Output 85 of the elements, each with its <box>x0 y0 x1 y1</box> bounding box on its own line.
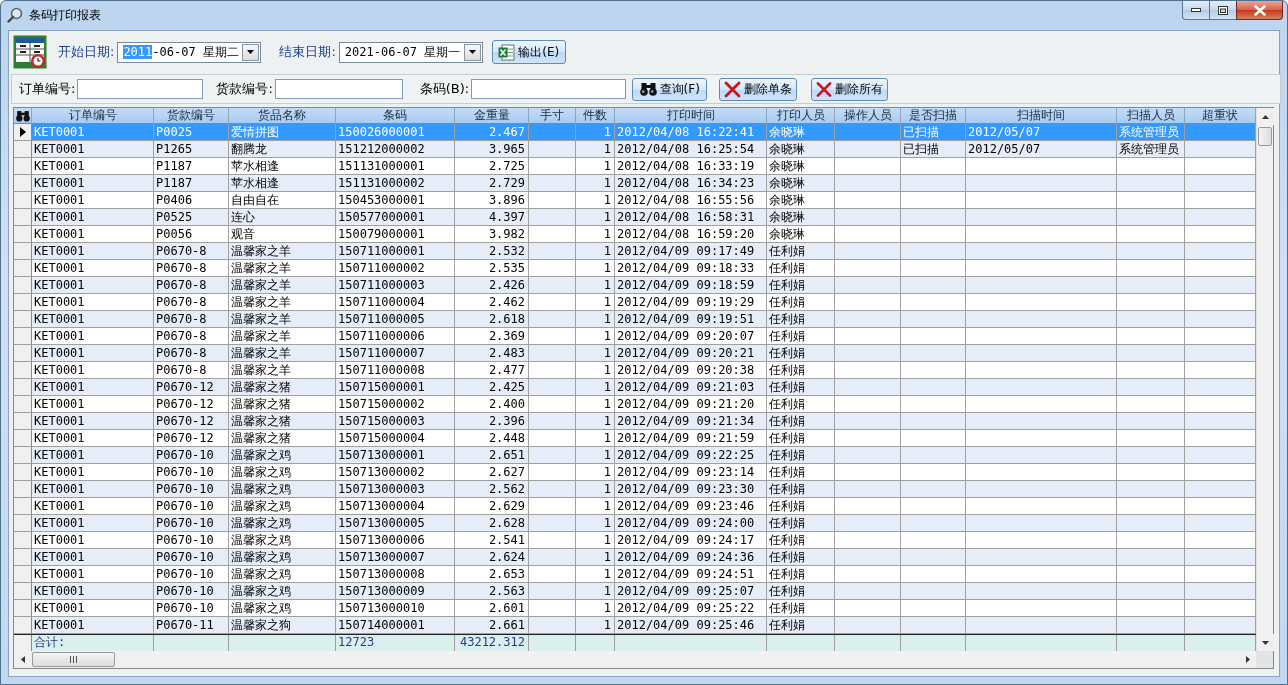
column-header[interactable]: 手寸 <box>529 108 576 124</box>
vertical-scrollbar[interactable] <box>1256 108 1273 651</box>
up-arrow-icon <box>1262 114 1269 119</box>
column-header[interactable]: 条码 <box>336 108 455 124</box>
table-row[interactable]: KET0001 P1187 苹水相逢 151131000002 2.729 1 2012/04/08 16:34:23 余晓琳 <box>14 175 1256 192</box>
table-row[interactable]: KET0001 P0670-10 温馨家之鸡 150713000010 2.601 1 2012/04/09 09:25:22 任利娟 <box>14 600 1256 617</box>
table-row[interactable]: KET0001 P0670-10 温馨家之鸡 150713000007 2.624 1 2012/04/09 09:24:36 任利娟 <box>14 549 1256 566</box>
column-header[interactable]: 打印人员 <box>767 108 835 124</box>
date-label: 开始日期: <box>58 43 115 61</box>
column-header[interactable]: 件数 <box>576 108 615 124</box>
table-row[interactable]: KET0001 P0670-10 温馨家之鸡 150713000001 2.651 1 2012/04/09 09:22:25 任利娟 <box>14 447 1256 464</box>
table-row[interactable]: KET0001 P0056 观音 150079000001 3.982 1 2012/04/08 16:59:20 余晓琳 <box>14 226 1256 243</box>
caret-icon <box>468 50 476 54</box>
delete-button[interactable]: 删除所有 <box>811 77 889 101</box>
field-label: 订单编号: <box>19 80 76 98</box>
scrollbar-thumb[interactable] <box>1258 127 1272 146</box>
column-header[interactable]: 是否扫描 <box>901 108 966 124</box>
date-field[interactable]: 2011-06-07 星期二 <box>117 41 262 63</box>
table-row[interactable]: KET0001 P0406 自由自在 150453000001 3.896 1 2012/04/08 16:55:56 余晓琳 <box>14 192 1256 209</box>
table-row[interactable]: KET0001 P0670-12 温馨家之猪 150715000001 2.425 1 2012/04/09 09:21:03 任利娟 <box>14 379 1256 396</box>
table-row[interactable]: KET0001 P0670-8 温馨家之羊 150711000006 2.369 1 2012/04/09 09:20:07 任利娟 <box>14 328 1256 345</box>
table-row[interactable]: KET0001 P0670-11 温馨家之狗 150714000001 2.661 1 2012/04/09 09:25:46 任利娟 <box>14 617 1256 634</box>
dropdown-button[interactable] <box>242 43 260 61</box>
scrollbar-thumb[interactable] <box>32 652 115 667</box>
grip-icon <box>70 656 77 663</box>
table-row[interactable]: KET0001 P0670-10 温馨家之鸡 150713000008 2.653 1 2012/04/09 09:24:51 任利娟 <box>14 566 1256 583</box>
input-field[interactable] <box>77 79 204 99</box>
cross-icon <box>816 80 833 98</box>
table-row[interactable]: KET0001 P0670-10 温馨家之鸡 150713000006 2.541 1 2012/04/09 09:24:17 任利娟 <box>14 532 1256 549</box>
column-header[interactable]: 金重量 <box>455 108 529 124</box>
table-row[interactable]: KET0001 P0670-10 温馨家之鸡 150713000003 2.562 1 2012/04/09 09:23:30 任利娟 <box>14 481 1256 498</box>
minimize-button[interactable] <box>1182 1 1210 20</box>
column-header[interactable]: 订单编号 <box>32 108 154 124</box>
table-row[interactable]: KET0001 P0670-8 温馨家之羊 150711000002 2.535 1 2012/04/09 09:18:33 任利娟 <box>14 260 1256 277</box>
table-row[interactable]: KET0001 P0670-8 温馨家之羊 150711000004 2.462 1 2012/04/09 09:19:29 任利娟 <box>14 294 1256 311</box>
table-row[interactable]: KET0001 P0670-12 温馨家之猪 150715000004 2.448 1 2012/04/09 09:21:59 任利娟 <box>14 430 1256 447</box>
table-row[interactable]: KET0001 P1265 翻腾龙 151212000002 3.965 1 2012/04/08 16:25:54 余晓琳 已扫描 2012/05/07 系统管理员 <box>14 141 1256 158</box>
table-row[interactable]: KET0001 P0670-8 温馨家之羊 150711000008 2.477 1 2012/04/09 09:20:38 任利娟 <box>14 362 1256 379</box>
left-arrow-icon <box>20 656 25 663</box>
delete-button[interactable]: 删除单条 <box>719 77 798 101</box>
horizontal-scrollbar[interactable] <box>14 651 1256 668</box>
column-header[interactable]: 操作人员 <box>835 108 901 124</box>
spreadsheet-icon <box>498 43 516 61</box>
close-icon <box>1253 4 1266 16</box>
column-header[interactable]: 货款编号 <box>154 108 229 124</box>
cross-icon <box>724 80 742 98</box>
current-row-icon <box>19 127 26 137</box>
table-row[interactable]: KET0001 P0670-12 温馨家之猪 150715000003 2.396 1 2012/04/09 09:21:34 任利娟 <box>14 413 1256 430</box>
date-label: 结束日期: <box>279 43 336 61</box>
table-row[interactable]: KET0001 P1187 苹水相逢 151131000001 2.725 1 2012/04/08 16:33:19 余晓琳 <box>14 158 1256 175</box>
table-row[interactable]: KET0001 P0670-8 温馨家之羊 150711000001 2.532 1 2012/04/09 09:17:49 任利娟 <box>14 243 1256 260</box>
maximize-button[interactable] <box>1209 1 1237 20</box>
table-row[interactable]: KET0001 P0670-8 温馨家之羊 150711000003 2.426 1 2012/04/09 09:18:59 任利娟 <box>14 277 1256 294</box>
table-row[interactable]: KET0001 P0670-10 温馨家之鸡 150713000005 2.628 1 2012/04/09 09:24:00 任利娟 <box>14 515 1256 532</box>
field-label: 货款编号: <box>216 80 273 98</box>
table-row[interactable]: KET0001 P0670-10 温馨家之鸡 150713000002 2.627 1 2012/04/09 09:23:14 任利娟 <box>14 464 1256 481</box>
export-button[interactable]: 输出(E) <box>491 40 566 64</box>
search-button[interactable]: 查询(F) <box>632 77 708 101</box>
input-field[interactable] <box>274 79 403 99</box>
input-field[interactable] <box>471 79 627 99</box>
table-row[interactable]: KET0001 P0670-12 温馨家之猪 150715000002 2.400 1 2012/04/09 09:21:20 任利娟 <box>14 396 1256 413</box>
binoculars-icon <box>639 82 657 96</box>
down-arrow-icon <box>1262 640 1269 645</box>
column-header[interactable]: 扫描时间 <box>966 108 1117 124</box>
column-header[interactable]: 超重状 <box>1185 108 1256 124</box>
maximize-icon <box>1218 5 1228 15</box>
close-button[interactable] <box>1236 1 1283 20</box>
calendar-clock-icon <box>13 35 47 69</box>
minimize-icon <box>1191 8 1201 12</box>
table-row[interactable]: KET0001 P0670-10 温馨家之鸡 150713000009 2.563 1 2012/04/09 09:25:07 任利娟 <box>14 583 1256 600</box>
field-label: 条码(B): <box>419 80 470 98</box>
window-title: 条码打印报表 <box>29 8 101 22</box>
column-header[interactable]: 打印时间 <box>615 108 767 124</box>
table-row[interactable]: KET0001 P0670-10 温馨家之鸡 150713000004 2.629 1 2012/04/09 09:23:46 任利娟 <box>14 498 1256 515</box>
date-field[interactable]: 2021-06-07 星期一 <box>338 41 483 63</box>
column-header[interactable]: 扫描人员 <box>1117 108 1185 124</box>
column-header[interactable]: 货品名称 <box>229 108 336 124</box>
table-row[interactable]: KET0001 P0525 连心 150577000001 4.397 1 2012/04/08 16:58:31 余晓琳 <box>14 209 1256 226</box>
table-row[interactable]: KET0001 P0670-8 温馨家之羊 150711000005 2.618 1 2012/04/09 09:19:51 任利娟 <box>14 311 1256 328</box>
magnifier-icon <box>7 7 23 23</box>
scrollbar-corner <box>1256 651 1273 668</box>
table-row[interactable]: KET0001 P0670-8 温馨家之羊 150711000007 2.483 1 2012/04/09 09:20:21 任利娟 <box>14 345 1256 362</box>
dropdown-button[interactable] <box>463 43 481 61</box>
right-arrow-icon <box>1245 656 1250 663</box>
caret-icon <box>247 50 255 54</box>
